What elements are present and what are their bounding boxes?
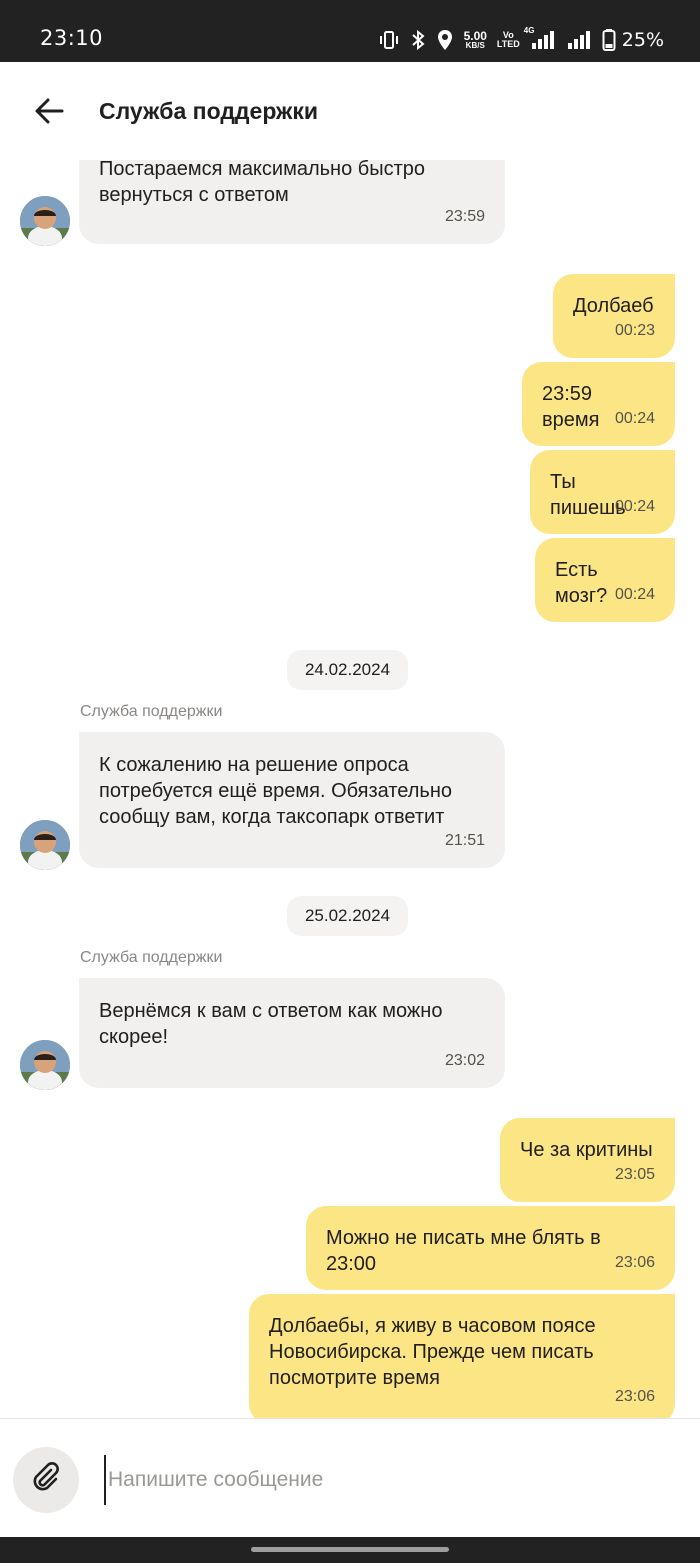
date-separator: 24.02.2024 <box>287 650 408 690</box>
message-outgoing: Ты пишешь 00:24 <box>530 450 675 534</box>
message-outgoing: Че за критины 23:05 <box>500 1118 675 1202</box>
message-time: 00:24 <box>614 410 655 427</box>
avatar <box>20 820 70 870</box>
volte-indicator: Vo LTED <box>497 31 520 49</box>
message-text: Долбаеб <box>573 295 654 317</box>
message-time: 23:06 <box>614 1254 655 1271</box>
paperclip-icon <box>29 1461 63 1500</box>
attach-button[interactable] <box>13 1447 79 1513</box>
message-composer <box>0 1418 700 1537</box>
message-outgoing: Долбаебы, я живу в часовом поясе Новосиб… <box>249 1294 675 1418</box>
message-time: 00:24 <box>614 498 655 515</box>
back-button[interactable] <box>28 92 70 134</box>
message-text: Постараемся максимально быстро вернуться… <box>99 160 426 206</box>
chat-header: Служба поддержки <box>0 62 700 160</box>
message-input[interactable] <box>104 1455 664 1505</box>
message-text: Че за критины <box>520 1139 653 1161</box>
message-outgoing: Есть мозг? 00:24 <box>535 538 675 622</box>
chat-messages[interactable]: Постараемся максимально быстро вернуться… <box>0 160 700 1418</box>
message-text: К сожалению на решение опроса потребуетс… <box>99 754 452 828</box>
signal-4g-icon: 4G <box>524 26 556 51</box>
status-bar: 23:10 5.00 KB/S Vo LTED 4G 25% <box>0 0 700 62</box>
message-time: 23:59 <box>444 208 485 225</box>
sender-name: Служба поддержки <box>80 949 223 966</box>
message-time: 21:51 <box>444 832 485 849</box>
vibrate-icon <box>378 29 400 51</box>
volte-bottom: LTED <box>496 39 520 49</box>
page-title: Служба поддержки <box>99 98 319 124</box>
message-time: 00:24 <box>614 586 655 603</box>
message-text: Долбаебы, я живу в часовом поясе Новосиб… <box>269 1315 596 1389</box>
battery-percent: 25% <box>621 29 664 51</box>
avatar <box>20 196 70 246</box>
signal-icon <box>566 29 592 51</box>
arrow-left-icon <box>34 98 64 129</box>
status-icons: 5.00 KB/S Vo LTED 4G 25% <box>378 26 664 54</box>
bluetooth-icon <box>410 29 426 51</box>
avatar <box>20 1040 70 1090</box>
message-time: 23:05 <box>614 1166 655 1183</box>
message-outgoing: 23:59 время 00:24 <box>522 362 675 446</box>
message-time: 23:06 <box>614 1388 655 1405</box>
status-time: 23:10 <box>40 26 104 50</box>
message-incoming: К сожалению на решение опроса потребуетс… <box>79 732 505 868</box>
message-outgoing: Долбаеб 00:23 <box>553 274 675 358</box>
gesture-nav-bar <box>0 1537 700 1563</box>
battery-icon <box>602 28 616 52</box>
network-speed-unit: KB/S <box>465 41 485 50</box>
message-outgoing: Можно не писать мне блять в 23:00 23:06 <box>306 1206 675 1290</box>
network-speed: 5.00 KB/S <box>464 30 487 50</box>
message-text: Можно не писать мне блять в 23:00 <box>326 1227 601 1275</box>
location-icon <box>436 29 454 51</box>
message-incoming: Постараемся максимально быстро вернуться… <box>79 160 505 244</box>
message-text: Вернёмся к вам с ответом как можно скоре… <box>99 1000 443 1048</box>
sender-name: Служба поддержки <box>80 703 223 720</box>
home-handle[interactable] <box>251 1547 449 1552</box>
message-time: 00:23 <box>614 322 655 339</box>
date-separator: 25.02.2024 <box>287 896 408 936</box>
message-time: 23:02 <box>444 1052 485 1069</box>
message-incoming: Вернёмся к вам с ответом как можно скоре… <box>79 978 505 1088</box>
network-type-label: 4G <box>523 26 535 35</box>
